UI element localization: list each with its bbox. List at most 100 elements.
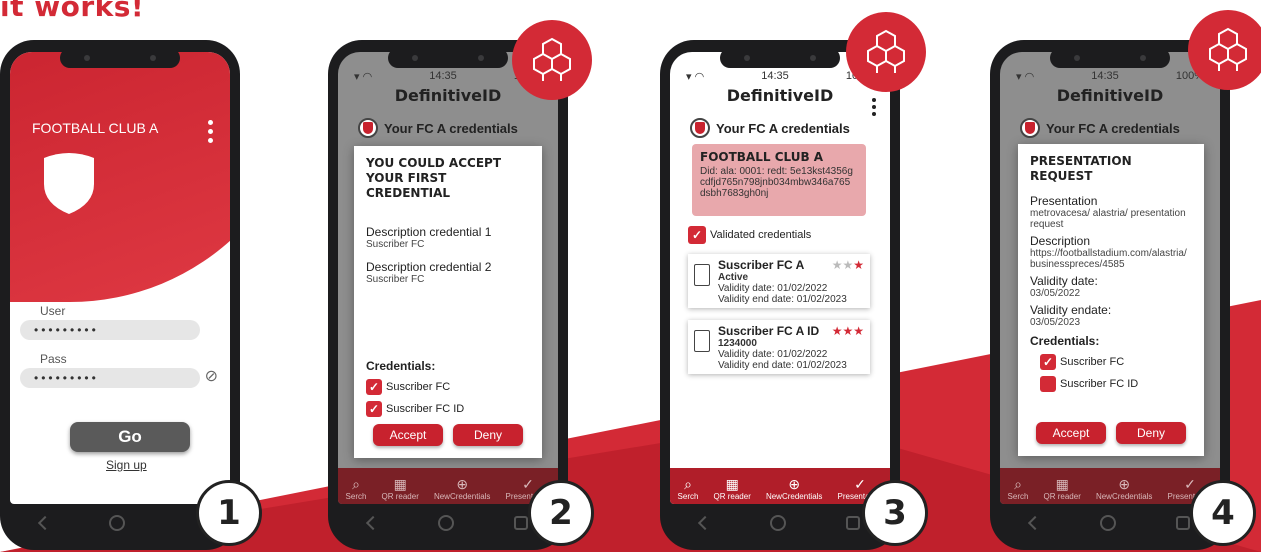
nav-new-credentials[interactable]: ⊕ NewCredentials	[766, 476, 822, 501]
accept-button[interactable]: Accept	[1036, 422, 1106, 444]
description-value: https://footballstadium.com/alastria/ bu…	[1030, 248, 1187, 270]
nav-search[interactable]: ⌕ Serch	[678, 476, 699, 501]
blockchain-logo-icon	[846, 12, 926, 92]
nav-search[interactable]: ⌕ Serch	[1008, 476, 1029, 501]
back-icon[interactable]	[37, 515, 52, 531]
step-badge-4: 4	[1190, 480, 1256, 546]
club-id-card[interactable]: FOOTBALL CLUB A Did: ala: 0001: redt: 5e…	[692, 144, 866, 216]
checkmark-icon: ✓	[366, 401, 382, 417]
accept-button[interactable]: Accept	[373, 424, 443, 446]
validity-endate-value: 03/05/2023	[1030, 317, 1081, 328]
phone-notch	[60, 48, 180, 68]
desc2-value: Suscriber FC	[366, 274, 425, 285]
description-title: Description	[1030, 234, 1091, 248]
user-input[interactable]: •••••••••	[20, 320, 200, 340]
rating-stars: ★★★	[831, 324, 864, 338]
phone-notch	[388, 48, 508, 68]
plus-circle-icon: ⊕	[1118, 476, 1131, 492]
check-icon: ✓	[854, 476, 866, 492]
document-icon	[694, 330, 710, 352]
nav-qr[interactable]: ▦ QR reader	[1044, 476, 1081, 501]
check-icon: ✓	[522, 476, 534, 492]
home-icon[interactable]	[108, 515, 125, 531]
presentation-screen: ▾ ◠ 14:35 100% DefinitiveID Your FC A cred…	[1000, 52, 1220, 504]
phone-accept-credential: ▾ ◠14:35100% DefinitiveID Your FC A cred…	[328, 40, 568, 550]
desc1-title: Description credential 1	[366, 225, 492, 239]
accept-credential-modal: YOU COULD ACCEPT YOUR FIRST CREDENTIAL De…	[354, 146, 542, 458]
login-screen: FOOTBALL CLUB A User ••••••••• Pass ••••…	[10, 52, 230, 504]
checkbox-subscriber-fc-id[interactable]: ✓ Suscriber FC ID	[366, 401, 530, 417]
recent-apps-icon[interactable]	[846, 516, 860, 530]
bottom-nav: ⌕ Serch ▦ QR reader ⊕ NewCredentials ✓ Prese…	[338, 468, 558, 504]
validity-date-title: Validity date:	[1030, 274, 1098, 288]
search-icon: ⌕	[684, 476, 692, 492]
status-bar: ▾ ◠14:35100%	[1016, 70, 1204, 83]
step-badge-2: 2	[528, 480, 594, 546]
deny-button[interactable]: Deny	[1116, 422, 1186, 444]
credentials-label: Credentials:	[1030, 334, 1100, 348]
desc2-title: Description credential 2	[366, 260, 492, 274]
phone-credentials-list: ▾ ◠14:35100% DefinitiveID Your FC A cred…	[660, 40, 900, 550]
phone-notch	[720, 48, 840, 68]
shield-icon	[358, 118, 378, 138]
home-icon[interactable]	[1100, 515, 1116, 531]
step-badge-1: 1	[196, 480, 262, 546]
bottom-nav: ⌕ Serch ▦ QR reader ⊕ NewCredentials ✓ Prese…	[1000, 468, 1220, 504]
more-menu-icon[interactable]	[872, 98, 876, 119]
hide-password-icon[interactable]: ⊘	[205, 366, 218, 386]
presentation-request-modal: PRESENTATION REQUEST Presentation metrova…	[1018, 144, 1204, 456]
modal-actions: Accept Deny	[354, 424, 542, 446]
presentation-title: Presentation	[1030, 194, 1098, 208]
credentials-header: Your FC A credentials	[690, 118, 850, 138]
plus-circle-icon: ⊕	[456, 476, 469, 492]
bottom-nav: ⌕ Serch ▦ QR reader ⊕ NewCredentials ✓ Prese…	[670, 468, 890, 504]
validity-date-value: 03/05/2022	[1030, 288, 1081, 299]
phone-notch	[1050, 48, 1170, 68]
user-label: User	[40, 304, 66, 318]
nav-new-credentials[interactable]: ⊕ NewCredentials	[434, 476, 490, 501]
recent-apps-icon[interactable]	[1176, 516, 1190, 530]
rating-stars: ★★★	[831, 258, 864, 272]
club-id-card-title: FOOTBALL CLUB A	[700, 150, 824, 164]
nav-search[interactable]: ⌕ Serch	[346, 476, 367, 501]
home-icon[interactable]	[438, 515, 454, 531]
credential-card-1[interactable]: Suscriber FC A Active Validity date: 01/…	[688, 254, 870, 308]
validated-credentials-toggle[interactable]: ✓ Validated credentials	[688, 226, 811, 244]
android-navbar	[670, 506, 890, 540]
search-icon: ⌕	[352, 476, 360, 492]
headline: it works!	[0, 0, 145, 23]
blockchain-logo-icon	[512, 20, 592, 100]
club-name: FOOTBALL CLUB A	[32, 120, 159, 136]
app-title: DefinitiveID	[726, 86, 834, 105]
checkmark-icon: ✓	[366, 379, 382, 395]
go-button[interactable]: Go	[70, 422, 190, 452]
blockchain-logo-icon	[1188, 10, 1261, 90]
android-navbar	[1000, 506, 1220, 540]
checkbox-subscriber-fc-id[interactable]: Suscriber FC ID	[1040, 376, 1192, 392]
modal-actions: Accept Deny	[1018, 422, 1204, 444]
phone-login: FOOTBALL CLUB A User ••••••••• Pass ••••…	[0, 40, 240, 550]
modal-title: YOU COULD ACCEPT YOUR FIRST CREDENTIAL	[366, 156, 501, 200]
credential-card-2[interactable]: Suscriber FC A ID 1234000 Validity date:…	[688, 320, 870, 374]
nav-new-credentials[interactable]: ⊕ NewCredentials	[1096, 476, 1152, 501]
plus-circle-icon: ⊕	[788, 476, 801, 492]
nav-qr[interactable]: ▦ QR reader	[382, 476, 419, 501]
presentation-value: metrovacesa/ alastria/ presentation requ…	[1030, 208, 1186, 230]
deny-button[interactable]: Deny	[453, 424, 523, 446]
signup-link[interactable]: Sign up	[106, 458, 147, 472]
nav-qr[interactable]: ▦ QR reader	[714, 476, 751, 501]
back-icon[interactable]	[697, 515, 713, 531]
back-icon[interactable]	[365, 515, 381, 531]
back-icon[interactable]	[1027, 515, 1043, 531]
checkbox-subscriber-fc[interactable]: ✓ Suscriber FC	[366, 379, 530, 395]
credentials-header: Your FC A credentials	[1020, 118, 1180, 138]
check-icon: ✓	[1184, 476, 1196, 492]
recent-apps-icon[interactable]	[514, 516, 528, 530]
checkbox-subscriber-fc[interactable]: ✓ Suscriber FC	[1040, 354, 1192, 370]
app-title: DefinitiveID	[1056, 86, 1164, 105]
home-icon[interactable]	[770, 515, 786, 531]
modal-title: PRESENTATION REQUEST	[1030, 154, 1132, 183]
more-menu-icon[interactable]	[208, 120, 214, 147]
step-badge-3: 3	[862, 480, 928, 546]
pass-input[interactable]: •••••••••	[20, 368, 200, 388]
